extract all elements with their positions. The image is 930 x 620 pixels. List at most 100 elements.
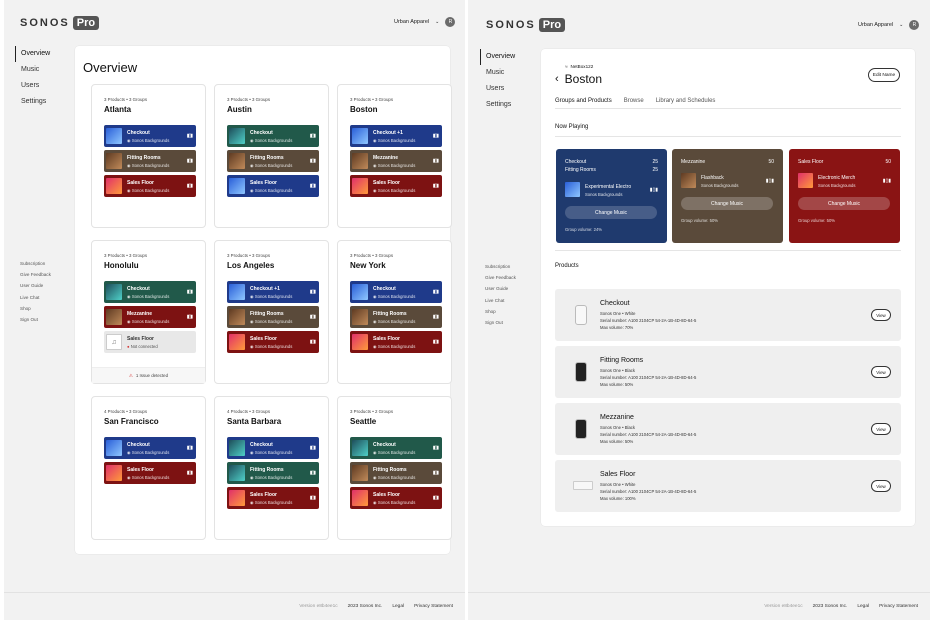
location-card-3[interactable]: 3 Products • 3 Groups Honolulu Checkout ◉ S… bbox=[91, 240, 206, 384]
location-city: Santa Barbara bbox=[227, 417, 282, 426]
nav-item-overview[interactable]: Overview bbox=[480, 49, 515, 65]
group-speaker-row: Sales Floor 50 bbox=[798, 159, 891, 165]
subnav-shop[interactable]: Shop bbox=[20, 303, 51, 314]
edit-name-button[interactable]: Edit Name bbox=[868, 68, 900, 82]
product-row: Mezzanine Sonos One • Black Serial number:… bbox=[555, 403, 901, 455]
avatar[interactable]: R bbox=[909, 20, 920, 30]
location-card-2[interactable]: 3 Products • 3 Groups Boston Checkout +1 ◉ … bbox=[337, 84, 452, 228]
account-menu[interactable]: Urban Apparel ⌄ R bbox=[394, 17, 456, 27]
group-source: ◉ Sonos Backgrounds bbox=[250, 450, 310, 455]
subnav-user-guide[interactable]: User Guide bbox=[20, 280, 51, 291]
legal-link[interactable]: Legal bbox=[857, 604, 869, 609]
version-text: Version e8b4ee1c bbox=[299, 604, 338, 609]
group-source-text: Sonos Backgrounds bbox=[254, 474, 293, 480]
group-name: Checkout bbox=[250, 129, 273, 136]
group-tile[interactable]: Sales Floor ◉ Sonos Backgrounds ▮▯▮ bbox=[104, 175, 196, 197]
equalizer-icon: ▮▯▮ bbox=[432, 339, 439, 345]
group-tile[interactable]: Fitting Rooms ◉ Sonos Backgrounds ▮▯▮ bbox=[227, 462, 319, 484]
group-tile[interactable]: Sales Floor ◉ Sonos Backgrounds ▮▯▮ bbox=[227, 331, 319, 353]
change-music-button[interactable]: Change Music bbox=[565, 206, 657, 219]
change-music-button[interactable]: Change Music bbox=[681, 197, 773, 210]
nav-item-music[interactable]: Music bbox=[480, 65, 515, 81]
nav-item-settings[interactable]: Settings bbox=[480, 97, 515, 113]
subnav-shop[interactable]: Shop bbox=[485, 306, 516, 317]
group-tile[interactable]: Mezzanine ◉ Sonos Backgrounds ▮▯▮ bbox=[350, 150, 442, 172]
equalizer-icon: ▮▯▮ bbox=[432, 314, 439, 320]
now-playing-group-1[interactable]: Mezzanine 50 Flashback Sonos Backgrounds ▮▯▮… bbox=[672, 149, 783, 243]
subnav-sign-out[interactable]: Sign Out bbox=[485, 317, 516, 328]
avatar[interactable]: R bbox=[445, 17, 456, 27]
group-tile[interactable]: Fitting Rooms ◉ Sonos Backgrounds ▮▯▮ bbox=[104, 150, 196, 172]
equalizer-icon: ▮▯▮ bbox=[186, 133, 193, 139]
location-card-7[interactable]: 4 Products • 3 Groups Santa Barbara Checko… bbox=[214, 396, 329, 540]
group-tile[interactable]: Sales Floor ◉ Sonos Backgrounds ▮▯▮ bbox=[350, 487, 442, 509]
subnav-subscription[interactable]: Subscription bbox=[485, 261, 516, 272]
nav-item-users[interactable]: Users bbox=[15, 78, 50, 94]
group-source-text: Sonos Backgrounds bbox=[377, 162, 416, 168]
now-playing-group-2[interactable]: Sales Floor 50 Electronic Merch Sonos Backg… bbox=[789, 149, 900, 243]
location-card-5[interactable]: 3 Products • 3 Groups New York Checkout ◉ S… bbox=[337, 240, 452, 384]
group-tile[interactable]: ♫ Sales Floor ● Not connected bbox=[104, 331, 196, 353]
group-name: Sales Floor bbox=[127, 335, 154, 342]
back-chevron-icon[interactable]: ‹ bbox=[555, 73, 559, 85]
group-source: ◉ Sonos Backgrounds bbox=[373, 344, 433, 349]
location-meta: 3 Products • 3 Groups bbox=[227, 97, 271, 102]
nav-item-settings[interactable]: Settings bbox=[15, 94, 50, 110]
nav-item-overview[interactable]: Overview bbox=[15, 46, 50, 62]
group-tile[interactable]: Checkout +1 ◉ Sonos Backgrounds ▮▯▮ bbox=[227, 281, 319, 303]
group-source: ◉ Sonos Backgrounds bbox=[127, 475, 187, 480]
view-product-button[interactable]: View bbox=[871, 423, 891, 435]
group-tile[interactable]: Sales Floor ◉ Sonos Backgrounds ▮▯▮ bbox=[104, 462, 196, 484]
subnav-give-feedback[interactable]: Give Feedback bbox=[20, 269, 51, 280]
subnav-sign-out[interactable]: Sign Out bbox=[20, 314, 51, 325]
location-card-0[interactable]: 3 Products • 3 Groups Atlanta Checkout ◉ So… bbox=[91, 84, 206, 228]
group-tile[interactable]: Checkout ◉ Sonos Backgrounds ▮▯▮ bbox=[350, 437, 442, 459]
group-tile[interactable]: Checkout ◉ Sonos Backgrounds ▮▯▮ bbox=[227, 125, 319, 147]
album-art bbox=[565, 182, 580, 197]
subnav-subscription[interactable]: Subscription bbox=[20, 258, 51, 269]
subnav-live-chat[interactable]: Live Chat bbox=[485, 295, 516, 306]
group-tile[interactable]: Mezzanine ◉ Sonos Backgrounds ▮▯▮ bbox=[104, 306, 196, 328]
album-art bbox=[352, 284, 368, 300]
group-tile[interactable]: Checkout ◉ Sonos Backgrounds ▮▯▮ bbox=[227, 437, 319, 459]
org-name: Urban Apparel bbox=[858, 22, 894, 28]
group-tile[interactable]: Sales Floor ◉ Sonos Backgrounds ▮▯▮ bbox=[227, 175, 319, 197]
group-tile[interactable]: Sales Floor ◉ Sonos Backgrounds ▮▯▮ bbox=[350, 331, 442, 353]
product-max-volume: Max volume: 100% bbox=[600, 496, 636, 501]
group-tile[interactable]: Checkout ◉ Sonos Backgrounds ▮▯▮ bbox=[104, 437, 196, 459]
view-product-button[interactable]: View bbox=[871, 480, 891, 492]
view-product-button[interactable]: View bbox=[871, 309, 891, 321]
group-tile[interactable]: Sales Floor ◉ Sonos Backgrounds ▮▯▮ bbox=[350, 175, 442, 197]
group-source-text: Sonos Backgrounds bbox=[377, 293, 416, 299]
group-tile[interactable]: Checkout +1 ◉ Sonos Backgrounds ▮▯▮ bbox=[350, 125, 442, 147]
location-card-4[interactable]: 3 Products • 3 Groups Los Angeles Checkout… bbox=[214, 240, 329, 384]
group-tile[interactable]: Checkout ◉ Sonos Backgrounds ▮▯▮ bbox=[350, 281, 442, 303]
view-product-button[interactable]: View bbox=[871, 366, 891, 378]
subnav-user-guide[interactable]: User Guide bbox=[485, 283, 516, 294]
source-icon: ◉ bbox=[250, 499, 254, 505]
group-tile[interactable]: Checkout ◉ Sonos Backgrounds ▮▯▮ bbox=[104, 281, 196, 303]
location-card-1[interactable]: 3 Products • 3 Groups Austin Checkout ◉ Son… bbox=[214, 84, 329, 228]
location-card-8[interactable]: 3 Products • 2 Groups Seattle Checkout ◉ So… bbox=[337, 396, 452, 540]
group-tile[interactable]: Fitting Rooms ◉ Sonos Backgrounds ▮▯▮ bbox=[350, 462, 442, 484]
group-tile[interactable]: Fitting Rooms ◉ Sonos Backgrounds ▮▯▮ bbox=[227, 306, 319, 328]
subnav-live-chat[interactable]: Live Chat bbox=[20, 292, 51, 303]
group-tile[interactable]: Checkout ◉ Sonos Backgrounds ▮▯▮ bbox=[104, 125, 196, 147]
now-playing-group-0[interactable]: Checkout 25 Fitting Rooms 25 Experimental El… bbox=[556, 149, 667, 243]
nav-item-music[interactable]: Music bbox=[15, 62, 50, 78]
group-tile[interactable]: Fitting Rooms ◉ Sonos Backgrounds ▮▯▮ bbox=[227, 150, 319, 172]
source-icon: ◉ bbox=[127, 474, 131, 480]
privacy-link[interactable]: Privacy Statement bbox=[414, 604, 453, 609]
account-menu[interactable]: Urban Apparel ⌄ R bbox=[858, 20, 920, 30]
issue-banner[interactable]: ⚠ 1 Issue detected bbox=[92, 367, 205, 383]
location-card-6[interactable]: 4 Products • 3 Groups San Francisco Checko… bbox=[91, 396, 206, 540]
legal-link[interactable]: Legal bbox=[392, 604, 404, 609]
subnav-give-feedback[interactable]: Give Feedback bbox=[485, 272, 516, 283]
group-tile[interactable]: Sales Floor ◉ Sonos Backgrounds ▮▯▮ bbox=[227, 487, 319, 509]
group-tile[interactable]: Fitting Rooms ◉ Sonos Backgrounds ▮▯▮ bbox=[350, 306, 442, 328]
change-music-button[interactable]: Change Music bbox=[798, 197, 890, 210]
privacy-link[interactable]: Privacy Statement bbox=[879, 604, 918, 609]
equalizer-icon: ▮▯▮ bbox=[649, 187, 658, 193]
nav-item-users[interactable]: Users bbox=[480, 81, 515, 97]
group-source-text: Sonos Backgrounds bbox=[254, 293, 293, 299]
